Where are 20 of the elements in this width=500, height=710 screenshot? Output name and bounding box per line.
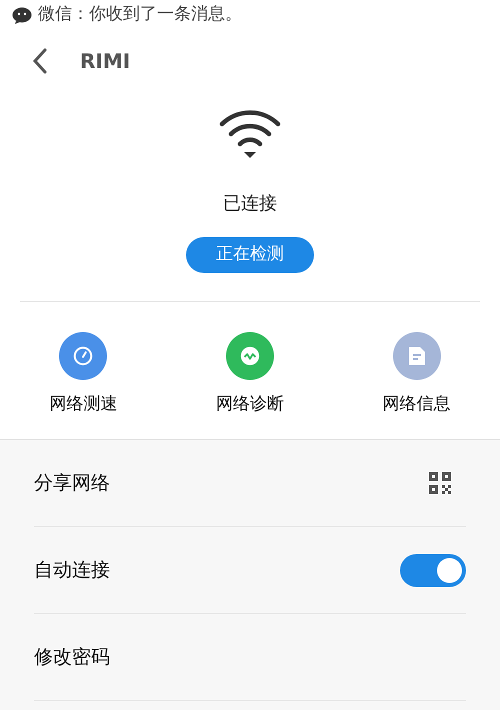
setting-label: 分享网络 bbox=[34, 470, 110, 496]
network-tool-button[interactable]: 网络测速 bbox=[0, 332, 167, 418]
auto-connect-switch[interactable] bbox=[400, 554, 466, 586]
tool-label: 网络测速 bbox=[49, 393, 118, 416]
network-tool-button[interactable]: 网络信息 bbox=[333, 332, 500, 418]
network-name: RIMI bbox=[80, 48, 130, 75]
gauge-icon bbox=[72, 345, 94, 367]
setting-label: 修改密码 bbox=[34, 644, 110, 670]
tool-label: 网络诊断 bbox=[216, 393, 284, 416]
tool-label: 网络信息 bbox=[382, 393, 451, 416]
chat-icon bbox=[12, 6, 32, 24]
notification-text: 微信：你收到了一条消息。 bbox=[38, 3, 242, 26]
connection-status: 已连接 bbox=[223, 192, 277, 216]
network-tool-button[interactable]: 网络诊断 bbox=[166, 332, 334, 418]
setting-label: 自动连接 bbox=[34, 558, 110, 583]
qr-code-icon[interactable] bbox=[428, 471, 452, 495]
checking-button[interactable]: 正在检测 bbox=[186, 237, 314, 273]
wifi-icon bbox=[219, 110, 281, 160]
pulse-icon bbox=[238, 345, 261, 367]
document-icon bbox=[408, 346, 426, 366]
